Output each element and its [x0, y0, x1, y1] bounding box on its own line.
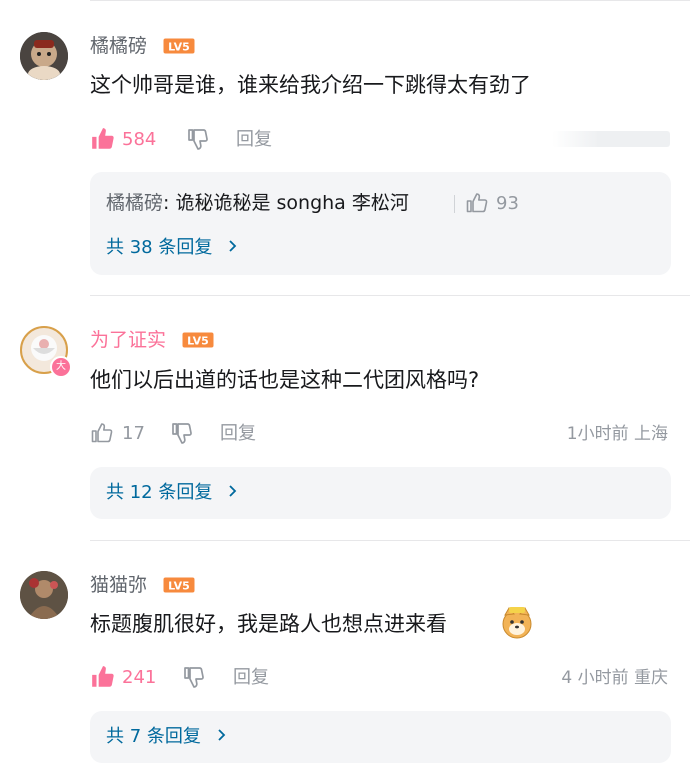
sub-reply-panel: 橘橘磅: 诡秘诡秘是 songha 李松河 93 共 38 条回复	[90, 172, 671, 275]
chevron-right-icon	[217, 725, 227, 749]
user-avatar[interactable]	[20, 32, 68, 80]
like-icon[interactable]	[465, 191, 489, 215]
sub-reply-like-count: 93	[496, 193, 519, 214]
like-count: 241	[122, 667, 157, 688]
username[interactable]: 为了证实	[90, 328, 166, 352]
comment-text: 这个帅哥是谁，谁来给我介绍一下跳得太有劲了	[90, 73, 531, 97]
vip-badge: 大	[50, 356, 72, 378]
svg-text:LV5: LV5	[168, 580, 190, 593]
time-location: 4 小时前 重庆	[561, 668, 668, 688]
level-badge: LV5	[163, 577, 195, 593]
username[interactable]: 猫猫弥	[90, 573, 147, 597]
shiba-emoji-icon	[500, 605, 534, 639]
blurred-meta	[552, 131, 670, 147]
sub-reply-text: 诡秘诡秘是 songha 李松河	[175, 192, 409, 214]
sub-reply-panel: 共 12 条回复	[90, 467, 671, 519]
user-avatar[interactable]	[20, 571, 68, 619]
view-replies-link[interactable]: 共 7 条回复	[106, 725, 227, 749]
dislike-icon[interactable]	[186, 127, 210, 151]
user-avatar[interactable]: 大	[20, 326, 72, 378]
time-location: 1小时前 上海	[566, 424, 668, 444]
reply-button[interactable]: 回复	[233, 667, 269, 689]
username[interactable]: 橘橘磅	[90, 34, 147, 58]
dislike-icon[interactable]	[182, 665, 206, 689]
separator	[454, 195, 455, 213]
sub-reply-panel: 共 7 条回复	[90, 711, 671, 763]
like-filled-icon[interactable]	[90, 126, 116, 152]
view-replies-link[interactable]: 共 12 条回复	[106, 481, 238, 505]
sub-reply-colon: :	[163, 192, 176, 214]
divider	[90, 0, 690, 1]
sub-reply-user[interactable]: 橘橘磅	[106, 192, 163, 214]
divider	[90, 295, 690, 296]
level-badge: LV5	[163, 38, 195, 54]
like-count: 584	[122, 129, 157, 150]
reply-button[interactable]: 回复	[236, 129, 272, 151]
like-icon[interactable]	[90, 421, 114, 445]
sub-reply[interactable]: 橘橘磅: 诡秘诡秘是 songha 李松河	[106, 190, 409, 216]
reply-button[interactable]: 回复	[220, 423, 256, 445]
comment-text: 标题腹肌很好，我是路人也想点进来看	[90, 609, 447, 639]
comment-text: 他们以后出道的话也是这种二代团风格吗?	[90, 368, 480, 392]
chevron-right-icon	[228, 481, 238, 505]
view-replies-link[interactable]: 共 38 条回复	[106, 236, 238, 260]
like-filled-icon[interactable]	[90, 664, 116, 690]
dislike-icon[interactable]	[170, 421, 194, 445]
chevron-right-icon	[228, 236, 238, 260]
avatar-image	[20, 32, 68, 80]
level-badge: LV5	[182, 332, 214, 348]
like-count: 17	[122, 423, 145, 444]
svg-text:LV5: LV5	[187, 335, 209, 348]
comment-text-body: 标题腹肌很好，我是路人也想点进来看	[90, 612, 447, 636]
svg-text:LV5: LV5	[168, 41, 190, 54]
avatar-image	[20, 571, 68, 619]
divider	[90, 540, 690, 541]
